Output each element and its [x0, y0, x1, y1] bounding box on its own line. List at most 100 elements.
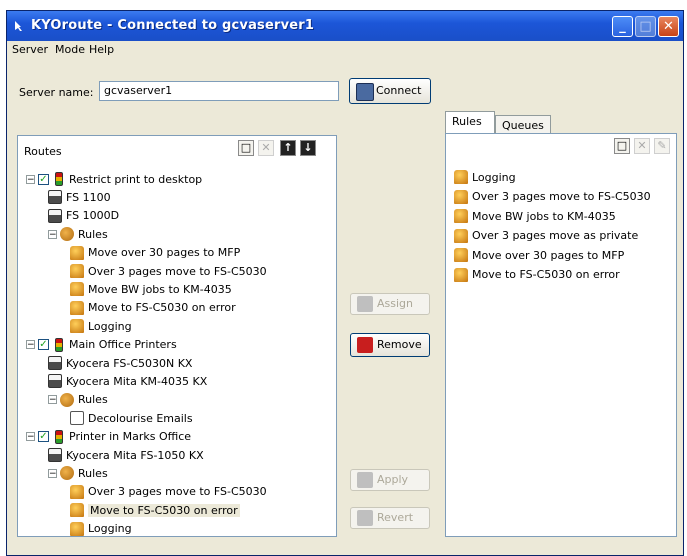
tree-node-label: Move over 30 pages to MFP — [88, 246, 241, 260]
collapse-icon[interactable]: − — [48, 468, 57, 478]
tree-node[interactable]: − Rules — [48, 227, 108, 245]
rule-list-item[interactable]: Move BW jobs to KM-4035 — [454, 209, 616, 227]
rule-icon — [70, 282, 84, 297]
rule-icon — [70, 503, 84, 518]
tree-node[interactable]: − ✓ Main Office Printers — [26, 337, 177, 356]
collapse-icon[interactable]: − — [48, 395, 57, 405]
rule-icon — [70, 319, 84, 334]
tab-queues[interactable]: Queues — [495, 115, 551, 135]
rule-list-item[interactable]: Over 3 pages move as private — [454, 228, 639, 247]
tree-node[interactable]: Kyocera Mita FS-1050 KX — [48, 448, 204, 466]
menu-mode[interactable]: Mode — [55, 43, 85, 56]
tree-node-label: FS 1100 — [66, 190, 111, 204]
rule-icon — [454, 209, 468, 223]
route-checkbox[interactable]: ✓ — [38, 173, 49, 185]
tree-node[interactable]: Over 3 pages move to FS-C5030 — [70, 484, 267, 503]
tab-rules[interactable]: Rules — [445, 111, 495, 133]
tree-node[interactable]: Move BW jobs to KM-4035 — [70, 282, 232, 300]
tree-node[interactable]: Kyocera Mita KM-4035 KX — [48, 374, 207, 392]
tree-node[interactable]: FS 1100 — [48, 190, 111, 208]
revert-button[interactable]: Revert — [350, 507, 430, 529]
route-checkbox[interactable]: ✓ — [38, 431, 49, 443]
traffic-light-icon — [55, 172, 63, 186]
rule-list-item[interactable]: Logging — [454, 170, 516, 188]
tree-node[interactable]: Move to FS-C5030 on error — [70, 300, 236, 319]
app-icon — [15, 21, 22, 31]
delete-rule-icon[interactable]: ✕ — [634, 138, 650, 154]
rule-icon — [454, 170, 468, 184]
tree-node-label: Over 3 pages move to FS-C5030 — [88, 485, 267, 499]
assign-icon — [357, 296, 373, 312]
add-route-icon[interactable]: □ — [238, 140, 254, 156]
tree-node[interactable]: Decolourise Emails — [70, 411, 193, 429]
tree-node-label: Move to FS-C5030 on error — [88, 301, 236, 315]
rule-label: Move over 30 pages to MFP — [472, 248, 625, 262]
title-bar[interactable]: KYOroute - Connected to gcvaserver1 _ □ … — [7, 11, 683, 41]
rule-icon — [70, 484, 84, 499]
tree-node-label: FS 1000D — [66, 209, 120, 223]
new-rule-icon[interactable]: □ — [614, 138, 630, 154]
assign-button-label: Assign — [377, 297, 413, 310]
tree-node[interactable]: Kyocera FS-C5030N KX — [48, 356, 192, 374]
rule-list-item[interactable]: Move to FS-C5030 on error — [454, 267, 620, 286]
rule-icon — [454, 267, 468, 282]
rule-icon — [70, 245, 84, 260]
rule-label: Over 3 pages move to FS-C5030 — [472, 190, 651, 203]
edit-rule-icon[interactable]: ✎ — [654, 138, 670, 154]
connect-button[interactable]: Connect — [349, 78, 431, 104]
remove-button-label: Remove — [377, 338, 422, 351]
rule-list-item[interactable]: Over 3 pages move to FS-C5030 — [454, 189, 651, 208]
move-up-icon[interactable]: ↑ — [280, 140, 296, 156]
tree-node[interactable]: Logging — [70, 521, 132, 540]
tree-node-label: Kyocera Mita FS-1050 KX — [66, 448, 204, 462]
assign-button[interactable]: Assign — [350, 293, 430, 315]
rule-icon — [454, 189, 468, 204]
menu-help[interactable]: Help — [89, 43, 114, 56]
tree-node[interactable]: Over 3 pages move to FS-C5030 — [70, 264, 267, 282]
rule-icon — [70, 521, 84, 536]
apply-icon — [357, 472, 373, 488]
rule-label: Over 3 pages move as private — [472, 229, 639, 242]
tree-node-label: Restrict print to desktop — [69, 172, 203, 186]
close-button[interactable]: ✕ — [658, 16, 679, 37]
collapse-icon[interactable]: − — [26, 174, 35, 184]
tree-node[interactable]: − ✓ Printer in Marks Office — [26, 429, 191, 448]
rules-icon — [60, 227, 74, 242]
connect-button-label: Connect — [376, 84, 422, 97]
tree-node[interactable]: Logging — [70, 319, 132, 337]
remove-icon — [357, 337, 373, 353]
tree-node[interactable]: − Rules — [48, 466, 108, 484]
tree-node[interactable]: FS 1000D — [48, 208, 120, 227]
printer-icon — [48, 448, 62, 462]
tree-node[interactable]: Move to FS-C5030 on error — [70, 503, 240, 521]
collapse-icon[interactable]: − — [26, 432, 35, 442]
server-name-input[interactable]: gcvaserver1 — [99, 81, 339, 101]
rules-panel: □ ✕ ✎ Logging Over 3 pages move to FS-C50… — [445, 133, 677, 537]
rule-icon — [70, 264, 84, 278]
traffic-light-icon — [55, 337, 63, 352]
minimize-button[interactable]: _ — [612, 16, 633, 37]
remove-button[interactable]: Remove — [350, 333, 430, 357]
move-down-icon[interactable]: ↓ — [300, 140, 316, 156]
collapse-icon[interactable]: − — [26, 340, 35, 350]
tree-node[interactable]: − Rules — [48, 392, 108, 411]
maximize-button[interactable]: □ — [635, 16, 656, 37]
window-title: KYOroute - Connected to gcvaserver1 — [31, 18, 315, 33]
tree-node-label: Rules — [78, 393, 108, 407]
tree-node-label: Logging — [88, 522, 132, 536]
apply-button[interactable]: Apply — [350, 469, 430, 491]
route-checkbox[interactable]: ✓ — [38, 339, 49, 351]
tree-node[interactable]: Move over 30 pages to MFP — [70, 245, 241, 264]
delete-route-icon[interactable]: ✕ — [258, 140, 274, 156]
routes-panel: Routes □ ✕ ↑ ↓ − ✓ Restrict print to deskt… — [17, 135, 337, 537]
rule-list-item[interactable]: Move over 30 pages to MFP — [454, 248, 624, 266]
revert-button-label: Revert — [377, 511, 414, 524]
tree-node[interactable]: − ✓ Restrict print to desktop — [26, 172, 202, 190]
tree-node-label: Over 3 pages move to FS-C5030 — [88, 264, 267, 278]
collapse-icon[interactable]: − — [48, 229, 57, 239]
minimize-icon: _ — [619, 19, 626, 34]
menu-server[interactable]: Server — [12, 43, 48, 56]
close-icon: ✕ — [663, 19, 674, 34]
rule-label: Move to FS-C5030 on error — [472, 268, 620, 281]
rule-icon — [454, 228, 468, 243]
